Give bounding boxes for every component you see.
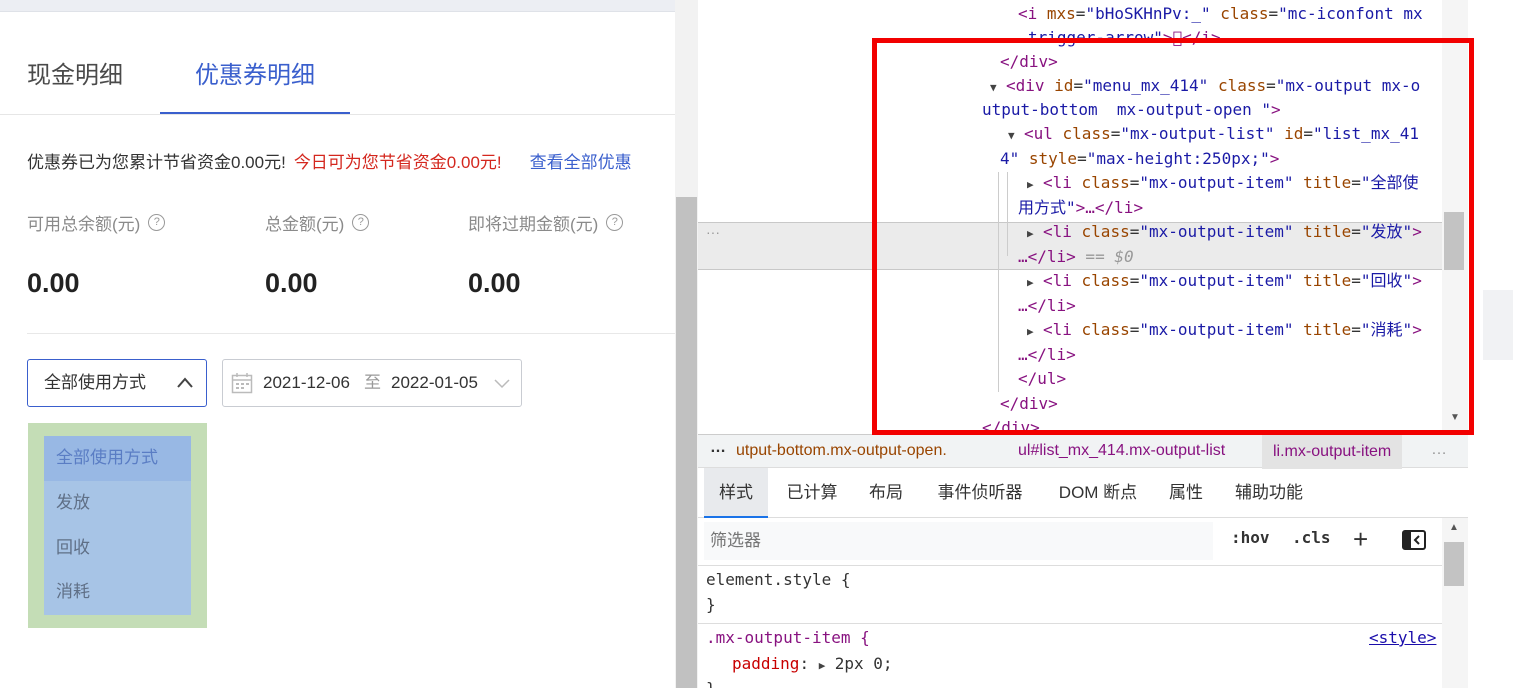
usage-type-select[interactable]: 全部使用方式 bbox=[27, 359, 207, 407]
stat-available-value: 0.00 bbox=[27, 268, 80, 298]
chevron-down-icon bbox=[494, 379, 510, 389]
rule-close-brace: } bbox=[706, 595, 716, 614]
toggle-sidebar-icon[interactable] bbox=[1402, 530, 1426, 550]
tab-coupon-detail[interactable]: 优惠券明细 bbox=[160, 40, 350, 115]
code-line[interactable]: <i mxs="bHoSKHnPv:_" class="mc-iconfont … bbox=[1018, 2, 1423, 26]
rule-close: } bbox=[706, 593, 716, 617]
add-rule-icon[interactable]: + bbox=[1353, 526, 1368, 552]
stat-expiring-label: 即将过期金额(元) ? bbox=[468, 210, 624, 235]
tab-event-listeners[interactable]: 事件侦听器 bbox=[926, 468, 1034, 518]
rule-declaration[interactable]: padding: ▶ 2px 0; bbox=[732, 652, 893, 678]
dom-breadcrumb: … utput-bottom.mx-output-open. ul#list_m… bbox=[698, 434, 1468, 469]
date-start[interactable]: 2021-12-06 bbox=[263, 360, 350, 406]
date-range-picker[interactable]: 2021-12-06 至 2022-01-05 bbox=[222, 359, 522, 407]
code-attr: class bbox=[1210, 4, 1269, 23]
mx-output-item-rule[interactable]: .mx-output-item { bbox=[706, 626, 870, 650]
page-scrollbar-thumb[interactable] bbox=[676, 197, 697, 688]
date-end[interactable]: 2022-01-05 bbox=[391, 360, 478, 406]
view-all-coupons-link[interactable]: 查看全部优惠 bbox=[530, 153, 632, 172]
breadcrumb-item[interactable]: ul#list_mx_414.mx-output-list bbox=[1018, 442, 1225, 460]
help-circle-icon[interactable]: ? bbox=[148, 214, 166, 231]
tab-computed[interactable]: 已计算 bbox=[776, 468, 848, 518]
hov-button[interactable]: :hov bbox=[1231, 528, 1270, 547]
code-val: "bHoSKHnPv:_" bbox=[1085, 4, 1211, 23]
usage-type-options: 全部使用方式 发放 回收 消耗 bbox=[44, 436, 191, 615]
stat-label-text: 总金额(元) bbox=[265, 215, 345, 234]
stat-expiring-value: 0.00 bbox=[468, 268, 521, 298]
usage-type-dropdown: 全部使用方式 发放 回收 消耗 bbox=[28, 423, 207, 628]
chevron-up-icon bbox=[177, 377, 193, 388]
code-tag: <i bbox=[1018, 4, 1038, 23]
stat-available-label: 可用总余额(元) ? bbox=[27, 210, 166, 235]
option-consume[interactable]: 消耗 bbox=[44, 570, 191, 615]
node-actions-dots[interactable]: ··· bbox=[706, 224, 720, 240]
scroll-up-arrow-icon[interactable]: ▲ bbox=[1449, 522, 1459, 533]
stat-label-text: 可用总余额(元) bbox=[27, 215, 141, 234]
style-source-link[interactable]: <style> bbox=[1369, 628, 1436, 647]
rule-close: } bbox=[706, 677, 716, 688]
tab-layout[interactable]: 布局 bbox=[858, 468, 914, 518]
cls-button[interactable]: .cls bbox=[1292, 528, 1331, 547]
styles-filter-input[interactable] bbox=[704, 522, 1213, 560]
styles-scrollbar-thumb[interactable] bbox=[1444, 542, 1464, 586]
code-eq: = bbox=[1075, 4, 1086, 23]
rule-selector: element.style { bbox=[706, 570, 851, 589]
page-scrollbar[interactable] bbox=[675, 0, 698, 688]
calendar-icon bbox=[231, 373, 253, 394]
styles-filter-row: :hov .cls + bbox=[698, 518, 1442, 566]
breadcrumb-more-right[interactable]: … bbox=[1431, 441, 1448, 459]
rule-separator bbox=[698, 623, 1442, 624]
account-page: 现金明细 优惠券明细 优惠券已为您累计节省资金0.00元! 今日可为您节省资金0.… bbox=[0, 0, 675, 688]
breadcrumb-more-left[interactable]: … bbox=[710, 439, 727, 457]
stat-label-text: 即将过期金额(元) bbox=[468, 215, 599, 234]
savings-today-text: 今日可为您节省资金0.00元! bbox=[293, 153, 502, 172]
savings-summary: 优惠券已为您累计节省资金0.00元! 今日可为您节省资金0.00元! 查看全部优惠 bbox=[27, 150, 632, 176]
option-all-usage[interactable]: 全部使用方式 bbox=[44, 436, 191, 481]
stat-total-value: 0.00 bbox=[265, 268, 318, 298]
tab-styles[interactable]: 样式 bbox=[704, 468, 768, 518]
stats-divider bbox=[27, 333, 675, 334]
tab-accessibility[interactable]: 辅助功能 bbox=[1224, 468, 1314, 518]
css-colon: : bbox=[799, 654, 819, 673]
rule-selector: .mx-output-item { bbox=[706, 628, 870, 647]
right-edge-block bbox=[1483, 290, 1513, 360]
code-eq: = bbox=[1268, 4, 1279, 23]
tab-cash-detail[interactable]: 现金明细 bbox=[0, 40, 150, 115]
tab-properties[interactable]: 属性 bbox=[1160, 468, 1212, 518]
breadcrumb-item[interactable]: utput-bottom.mx-output-open. bbox=[736, 442, 947, 460]
help-circle-icon[interactable]: ? bbox=[352, 214, 370, 231]
expand-triangle-icon[interactable]: ▶ bbox=[819, 654, 835, 678]
savings-total-text: 优惠券已为您累计节省资金0.00元! bbox=[27, 153, 286, 172]
code-attr: mxs bbox=[1037, 4, 1076, 23]
stat-total-label: 总金额(元) ? bbox=[265, 210, 370, 235]
css-value: 2px 0; bbox=[834, 654, 893, 673]
code-val: "mc-iconfont mx bbox=[1278, 4, 1423, 23]
date-separator: 至 bbox=[364, 373, 381, 392]
red-highlight-annotation bbox=[872, 38, 1474, 435]
top-bar bbox=[0, 0, 675, 12]
styles-tab-bar: 样式 已计算 布局 事件侦听器 DOM 断点 属性 辅助功能 bbox=[698, 468, 1468, 518]
tab-dom-breakpoints[interactable]: DOM 断点 bbox=[1048, 468, 1148, 518]
tabs-divider bbox=[0, 114, 675, 115]
usage-type-select-value: 全部使用方式 bbox=[44, 373, 146, 392]
help-circle-icon[interactable]: ? bbox=[606, 214, 624, 231]
css-property: padding bbox=[732, 654, 800, 673]
breadcrumb-item-active[interactable]: li.mx-output-item bbox=[1262, 435, 1403, 469]
rule-close-brace: } bbox=[706, 679, 716, 688]
option-issue[interactable]: 发放 bbox=[44, 481, 191, 526]
right-edge-area bbox=[1468, 0, 1513, 688]
option-recycle[interactable]: 回收 bbox=[44, 526, 191, 571]
styles-scrollbar[interactable]: ▲ bbox=[1442, 518, 1468, 688]
element-style-rule[interactable]: element.style { bbox=[706, 568, 851, 592]
